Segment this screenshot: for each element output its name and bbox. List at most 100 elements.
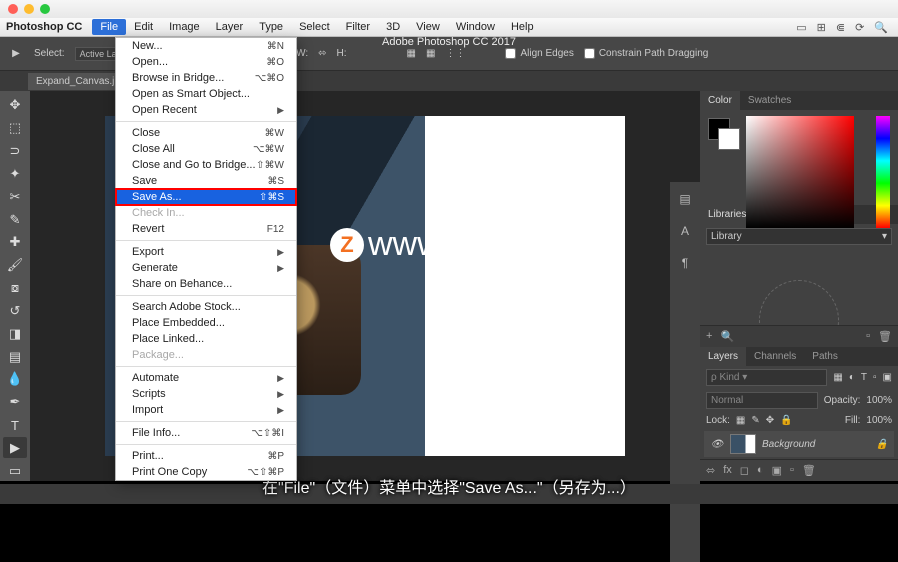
menuitem-generate[interactable]: Generate▶ (116, 260, 296, 276)
layer-row-background[interactable]: 👁 Background 🔒 (704, 431, 894, 457)
stamp-tool-icon[interactable]: ⧇ (3, 278, 27, 299)
fill-value[interactable]: 100% (866, 415, 892, 426)
lasso-tool-icon[interactable]: ⊃ (3, 141, 27, 162)
tab-swatches[interactable]: Swatches (740, 91, 799, 110)
menuitem-open-recent[interactable]: Open Recent▶ (116, 102, 296, 118)
constrain-drag-checkbox[interactable]: Constrain Path Dragging (584, 48, 709, 59)
menuitem-file-info[interactable]: File Info...⌥⇧⌘I (116, 425, 296, 441)
hue-slider[interactable] (876, 116, 890, 228)
menuitem-print-one-copy[interactable]: Print One Copy⌥⇧⌘P (116, 464, 296, 480)
distribute-icon[interactable]: ⋮⋮ (445, 48, 465, 59)
lock-all-icon[interactable]: 🔒 (780, 415, 792, 426)
eraser-tool-icon[interactable]: ◨ (3, 323, 27, 344)
menu-help[interactable]: Help (503, 19, 542, 35)
menuitem-place-linked[interactable]: Place Linked... (116, 331, 296, 347)
para-panel-icon[interactable]: ¶ (676, 254, 694, 272)
menu-filter[interactable]: Filter (338, 19, 378, 35)
sync-icon[interactable]: ⟳ (855, 21, 864, 34)
arrange-icon[interactable]: ⊞ (817, 21, 826, 34)
eyedropper-tool-icon[interactable]: ✎ (3, 209, 27, 230)
background-swatch[interactable] (718, 128, 740, 150)
blur-tool-icon[interactable]: 💧 (3, 369, 27, 390)
menuitem-save-as[interactable]: Save As...⇧⌘S (116, 189, 296, 205)
menu-type[interactable]: Type (251, 19, 291, 35)
align-left-icon[interactable]: ▦ (407, 48, 416, 59)
wand-tool-icon[interactable]: ✦ (3, 163, 27, 184)
path-select-tool-icon[interactable]: ▶ (8, 46, 24, 62)
menu-3d[interactable]: 3D (378, 19, 408, 35)
tab-layers[interactable]: Layers (700, 347, 746, 366)
menu-image[interactable]: Image (161, 19, 208, 35)
visibility-icon[interactable]: 👁 (710, 439, 724, 450)
type-tool-icon[interactable]: T (3, 415, 27, 436)
library-selector[interactable]: Library▾ (706, 228, 892, 245)
filter-adjust-icon[interactable]: ◐ (849, 372, 855, 383)
menu-layer[interactable]: Layer (208, 19, 252, 35)
align-edges-checkbox[interactable]: Align Edges (505, 48, 573, 59)
window-zoom-icon[interactable] (40, 4, 50, 14)
layer-filter[interactable]: ρ Kind ▾ (706, 369, 827, 386)
marquee-tool-icon[interactable]: ⬚ (3, 118, 27, 139)
filter-type-icon[interactable]: T (861, 372, 867, 383)
crop-tool-icon[interactable]: ✂ (3, 186, 27, 207)
menuitem-search-adobe-stock[interactable]: Search Adobe Stock... (116, 299, 296, 315)
heal-tool-icon[interactable]: ✚ (3, 232, 27, 253)
lock-pixel-icon[interactable]: ✎ (751, 415, 759, 426)
menu-select[interactable]: Select (291, 19, 338, 35)
pen-tool-icon[interactable]: ✒ (3, 392, 27, 413)
align-center-icon[interactable]: ▦ (426, 48, 435, 59)
layer-thumbnail[interactable] (730, 434, 756, 454)
gradient-tool-icon[interactable]: ▤ (3, 346, 27, 367)
menuitem-close-and-go-to-bridge[interactable]: Close and Go to Bridge...⇧⌘W (116, 157, 296, 173)
menuitem-open[interactable]: Open...⌘O (116, 54, 296, 70)
lock-pos-icon[interactable]: ✥ (766, 415, 774, 426)
color-field[interactable] (746, 116, 854, 228)
menuitem-import[interactable]: Import▶ (116, 402, 296, 418)
menu-file[interactable]: File (92, 19, 126, 35)
menuitem-scripts[interactable]: Scripts▶ (116, 386, 296, 402)
menuitem-print[interactable]: Print...⌘P (116, 448, 296, 464)
layer-name[interactable]: Background (762, 439, 815, 450)
menuitem-automate[interactable]: Automate▶ (116, 370, 296, 386)
search-lib-icon[interactable]: 🔍 (720, 330, 734, 343)
menuitem-new[interactable]: New...⌘N (116, 38, 296, 54)
lock-icon[interactable]: 🔒 (876, 439, 888, 450)
window-close-icon[interactable] (8, 4, 18, 14)
tab-channels[interactable]: Channels (746, 347, 804, 366)
menuitem-close[interactable]: Close⌘W (116, 125, 296, 141)
path-select-tool-icon[interactable]: ▶ (3, 437, 27, 458)
filter-smart-icon[interactable]: ▣ (883, 372, 892, 383)
tab-paths[interactable]: Paths (804, 347, 846, 366)
trash-lib-icon[interactable]: 🗑 (878, 330, 892, 343)
panel-dock-strip: ▤ A ¶ (670, 182, 700, 562)
menuitem-export[interactable]: Export▶ (116, 244, 296, 260)
menu-view[interactable]: View (408, 19, 448, 35)
add-icon[interactable]: + (706, 330, 712, 343)
menuitem-close-all[interactable]: Close All⌥⌘W (116, 141, 296, 157)
brush-tool-icon[interactable]: 🖌 (3, 255, 27, 276)
char-panel-icon[interactable]: A (676, 222, 694, 240)
filter-pixel-icon[interactable]: ▦ (833, 372, 842, 383)
filter-shape-icon[interactable]: ▫ (873, 372, 877, 383)
menuitem-open-as-smart-object[interactable]: Open as Smart Object... (116, 86, 296, 102)
history-brush-icon[interactable]: ↺ (3, 300, 27, 321)
history-panel-icon[interactable]: ▤ (676, 190, 694, 208)
lock-trans-icon[interactable]: ▦ (736, 415, 745, 426)
window-minimize-icon[interactable] (24, 4, 34, 14)
tab-color[interactable]: Color (700, 91, 740, 110)
menuitem-save[interactable]: Save⌘S (116, 173, 296, 189)
move-tool-icon[interactable]: ✥ (3, 95, 27, 116)
blend-mode-select[interactable]: Normal (706, 392, 818, 409)
menuitem-share-on-behance[interactable]: Share on Behance... (116, 276, 296, 292)
screen-icon[interactable]: ▭ (796, 21, 806, 34)
menu-window[interactable]: Window (448, 19, 503, 35)
menuitem-browse-in-bridge[interactable]: Browse in Bridge...⌥⌘O (116, 70, 296, 86)
menuitem-place-embedded[interactable]: Place Embedded... (116, 315, 296, 331)
search-icon[interactable]: 🔍 (874, 21, 888, 34)
new-lib-icon[interactable]: ▫ (866, 330, 870, 343)
opacity-value[interactable]: 100% (866, 395, 892, 406)
color-panel-tabs: Color Swatches (700, 91, 898, 110)
menuitem-revert[interactable]: RevertF12 (116, 221, 296, 237)
link-icon[interactable]: ⬄ (318, 48, 326, 59)
menu-edit[interactable]: Edit (126, 19, 161, 35)
